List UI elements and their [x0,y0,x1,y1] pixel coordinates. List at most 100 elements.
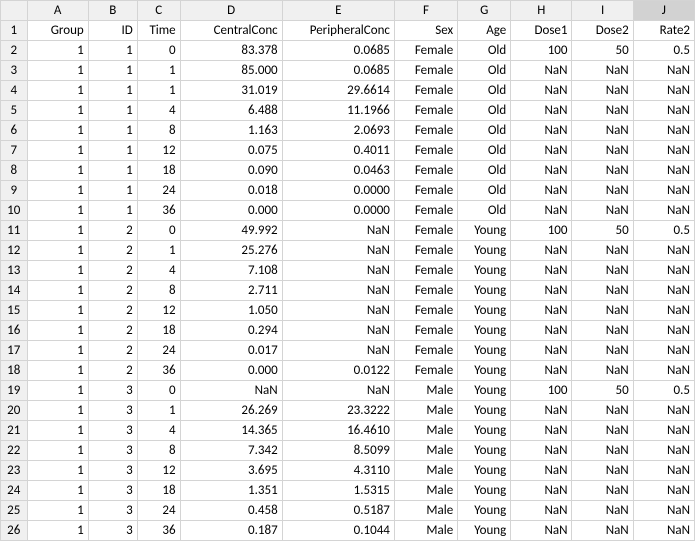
cell-D6[interactable]: 1.163 [180,121,282,141]
row-number[interactable]: 13 [1,261,28,281]
row-number[interactable]: 8 [1,161,28,181]
cell-A13[interactable]: 1 [27,261,88,281]
row-number[interactable]: 4 [1,81,28,101]
cell-H17[interactable]: NaN [511,341,572,361]
row-number[interactable]: 14 [1,281,28,301]
cell-D1[interactable]: CentralConc [180,21,282,41]
cell-C1[interactable]: Time [137,21,180,41]
col-header-D[interactable]: D [180,1,282,21]
cell-A20[interactable]: 1 [27,401,88,421]
cell-C16[interactable]: 18 [137,321,180,341]
cell-G4[interactable]: Old [458,81,511,101]
cell-G22[interactable]: Young [458,441,511,461]
cell-B8[interactable]: 1 [88,161,137,181]
cell-H12[interactable]: NaN [511,241,572,261]
spreadsheet-grid[interactable]: A B C D E F G H I J 1GroupIDTimeCentralC… [0,0,695,541]
cell-D20[interactable]: 26.269 [180,401,282,421]
col-header-J[interactable]: J [633,1,694,21]
row-number[interactable]: 21 [1,421,28,441]
cell-D12[interactable]: 25.276 [180,241,282,261]
cell-G15[interactable]: Young [458,301,511,321]
cell-I7[interactable]: NaN [572,141,633,161]
cell-A1[interactable]: Group [27,21,88,41]
cell-C21[interactable]: 4 [137,421,180,441]
cell-F10[interactable]: Female [394,201,457,221]
cell-D2[interactable]: 83.378 [180,41,282,61]
cell-B1[interactable]: ID [88,21,137,41]
row-number[interactable]: 19 [1,381,28,401]
cell-J25[interactable]: NaN [633,501,694,521]
cell-C22[interactable]: 8 [137,441,180,461]
cell-G5[interactable]: Old [458,101,511,121]
cell-A11[interactable]: 1 [27,221,88,241]
cell-B2[interactable]: 1 [88,41,137,61]
cell-E6[interactable]: 2.0693 [282,121,394,141]
select-all-corner[interactable] [1,1,28,21]
cell-C12[interactable]: 1 [137,241,180,261]
cell-B14[interactable]: 2 [88,281,137,301]
cell-E7[interactable]: 0.4011 [282,141,394,161]
cell-A26[interactable]: 1 [27,521,88,541]
cell-C13[interactable]: 4 [137,261,180,281]
cell-C17[interactable]: 24 [137,341,180,361]
cell-A4[interactable]: 1 [27,81,88,101]
row-number[interactable]: 9 [1,181,28,201]
cell-H21[interactable]: NaN [511,421,572,441]
cell-J26[interactable]: NaN [633,521,694,541]
cell-J19[interactable]: 0.5 [633,381,694,401]
cell-C26[interactable]: 36 [137,521,180,541]
cell-F13[interactable]: Female [394,261,457,281]
cell-F20[interactable]: Male [394,401,457,421]
cell-G18[interactable]: Young [458,361,511,381]
cell-E24[interactable]: 1.5315 [282,481,394,501]
cell-J6[interactable]: NaN [633,121,694,141]
cell-I17[interactable]: NaN [572,341,633,361]
cell-G10[interactable]: Old [458,201,511,221]
cell-G21[interactable]: Young [458,421,511,441]
cell-E22[interactable]: 8.5099 [282,441,394,461]
cell-D10[interactable]: 0.000 [180,201,282,221]
cell-D15[interactable]: 1.050 [180,301,282,321]
cell-H8[interactable]: NaN [511,161,572,181]
cell-E19[interactable]: NaN [282,381,394,401]
cell-B21[interactable]: 3 [88,421,137,441]
cell-I8[interactable]: NaN [572,161,633,181]
cell-A17[interactable]: 1 [27,341,88,361]
cell-B22[interactable]: 3 [88,441,137,461]
cell-D14[interactable]: 2.711 [180,281,282,301]
cell-J16[interactable]: NaN [633,321,694,341]
cell-C14[interactable]: 8 [137,281,180,301]
row-number[interactable]: 1 [1,21,28,41]
cell-E23[interactable]: 4.3110 [282,461,394,481]
cell-G3[interactable]: Old [458,61,511,81]
cell-J22[interactable]: NaN [633,441,694,461]
cell-A10[interactable]: 1 [27,201,88,221]
cell-J7[interactable]: NaN [633,141,694,161]
cell-D26[interactable]: 0.187 [180,521,282,541]
cell-F3[interactable]: Female [394,61,457,81]
cell-A5[interactable]: 1 [27,101,88,121]
cell-B15[interactable]: 2 [88,301,137,321]
cell-C8[interactable]: 18 [137,161,180,181]
cell-H1[interactable]: Dose1 [511,21,572,41]
cell-H20[interactable]: NaN [511,401,572,421]
cell-F12[interactable]: Female [394,241,457,261]
cell-F7[interactable]: Female [394,141,457,161]
cell-A12[interactable]: 1 [27,241,88,261]
row-number[interactable]: 18 [1,361,28,381]
cell-I5[interactable]: NaN [572,101,633,121]
cell-B18[interactable]: 2 [88,361,137,381]
row-number[interactable]: 3 [1,61,28,81]
cell-B7[interactable]: 1 [88,141,137,161]
cell-H4[interactable]: NaN [511,81,572,101]
cell-F11[interactable]: Female [394,221,457,241]
cell-D11[interactable]: 49.992 [180,221,282,241]
cell-A25[interactable]: 1 [27,501,88,521]
cell-E13[interactable]: NaN [282,261,394,281]
cell-G7[interactable]: Old [458,141,511,161]
cell-J5[interactable]: NaN [633,101,694,121]
cell-I2[interactable]: 50 [572,41,633,61]
cell-I14[interactable]: NaN [572,281,633,301]
cell-I20[interactable]: NaN [572,401,633,421]
cell-J13[interactable]: NaN [633,261,694,281]
